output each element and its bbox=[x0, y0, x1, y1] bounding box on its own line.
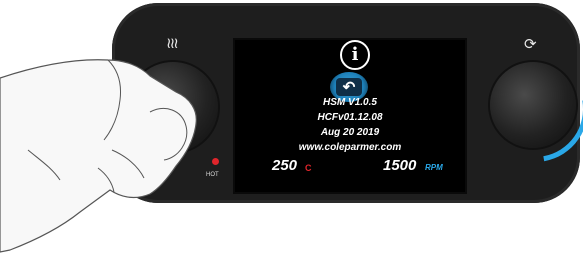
hand-illustration bbox=[0, 59, 197, 253]
